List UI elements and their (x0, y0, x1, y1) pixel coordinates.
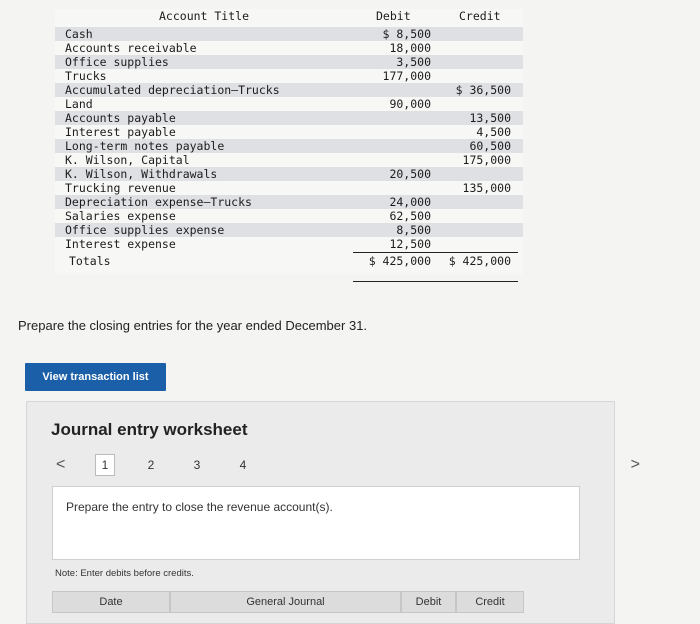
table-row: K. Wilson, Capital 175,000 (55, 153, 523, 167)
table-row: Salaries expense 62,500 (55, 209, 523, 223)
instruction-box: Prepare the entry to close the revenue a… (52, 486, 580, 560)
debit-cell: 8,500 (396, 223, 431, 237)
worksheet-title: Journal entry worksheet (51, 420, 248, 439)
totals-debit: $ 425,000 (368, 254, 431, 268)
table-row: Depreciation expense–Trucks 24,000 (55, 195, 523, 209)
trial-balance-table: Account Title Debit Credit Cash $ 8,500 Ac… (55, 9, 523, 282)
debit-header: Debit (376, 9, 411, 23)
account-cell: Depreciation expense–Trucks (65, 195, 252, 209)
account-cell: K. Wilson, Capital (65, 153, 190, 167)
debit-cell: 20,500 (389, 167, 431, 181)
debit-column-header: Debit (401, 591, 456, 613)
table-row: Cash $ 8,500 (55, 27, 523, 41)
debit-cell: 12,500 (389, 237, 431, 251)
account-cell: Land (65, 97, 93, 111)
table-row: Accumulated depreciation–Trucks $ 36,500 (55, 83, 523, 97)
totals-rule (353, 252, 518, 253)
table-row: Trucks 177,000 (55, 69, 523, 83)
credit-header: Credit (459, 9, 501, 23)
next-arrow-icon[interactable]: > (631, 456, 640, 474)
credit-cell: 4,500 (476, 125, 511, 139)
debit-cell: 90,000 (389, 97, 431, 111)
credit-cell: 60,500 (469, 139, 511, 153)
debit-cell: $ 8,500 (382, 27, 431, 41)
debit-cell: 62,500 (389, 209, 431, 223)
debit-cell: 3,500 (396, 55, 431, 69)
totals-credit: $ 425,000 (448, 254, 511, 268)
table-row: Interest expense 12,500 (55, 237, 523, 251)
table-row: Accounts receivable 18,000 (55, 41, 523, 55)
table-row: Office supplies 3,500 (55, 55, 523, 69)
prev-arrow-icon[interactable]: < (56, 456, 65, 474)
debit-credit-note: Note: Enter debits before credits. (55, 568, 194, 579)
date-column-header: Date (52, 591, 170, 613)
table-row: Long-term notes payable 60,500 (55, 139, 523, 153)
debit-cell: 177,000 (382, 69, 431, 83)
account-cell: Trucking revenue (65, 181, 176, 195)
totals-label: Totals (69, 254, 111, 268)
credit-cell: 135,000 (462, 181, 511, 195)
credit-column-header: Credit (456, 591, 524, 613)
page-1-tab[interactable]: 1 (95, 454, 115, 476)
table-row: Trucking revenue 135,000 (55, 181, 523, 195)
table-row: K. Wilson, Withdrawals 20,500 (55, 167, 523, 181)
table-row: Accounts payable 13,500 (55, 111, 523, 125)
credit-cell: 13,500 (469, 111, 511, 125)
page-4-tab[interactable]: 4 (233, 456, 253, 474)
table-row: Land 90,000 (55, 97, 523, 111)
table-row: Office supplies expense 8,500 (55, 223, 523, 237)
table-row: Interest payable 4,500 (55, 125, 523, 139)
account-cell: Salaries expense (65, 209, 176, 223)
account-cell: Office supplies (65, 55, 169, 69)
account-cell: K. Wilson, Withdrawals (65, 167, 218, 181)
view-transaction-list-button[interactable]: View transaction list (25, 363, 166, 391)
general-journal-column-header: General Journal (170, 591, 401, 613)
account-cell: Interest expense (65, 237, 176, 251)
credit-cell: 175,000 (462, 153, 511, 167)
account-cell: Interest payable (65, 125, 176, 139)
credit-cell: $ 36,500 (455, 83, 511, 97)
totals-row: Totals $ 425,000 $ 425,000 (55, 254, 523, 268)
account-title-header: Account Title (159, 9, 250, 23)
totals-double-rule (353, 281, 518, 282)
closing-entries-prompt: Prepare the closing entries for the year… (18, 318, 368, 333)
instruction-text: Prepare the entry to close the revenue a… (66, 500, 333, 514)
account-cell: Accounts receivable (65, 41, 197, 55)
account-cell: Office supplies expense (65, 223, 225, 237)
debit-cell: 18,000 (389, 41, 431, 55)
account-cell: Trucks (65, 69, 107, 83)
account-cell: Accumulated depreciation–Trucks (65, 83, 280, 97)
page-3-tab[interactable]: 3 (187, 456, 207, 474)
account-cell: Cash (65, 27, 93, 41)
account-cell: Accounts payable (65, 111, 176, 125)
page-2-tab[interactable]: 2 (141, 456, 161, 474)
account-cell: Long-term notes payable (65, 139, 225, 153)
journal-entry-worksheet: Journal entry worksheet < > 1 2 3 4 Prep… (26, 401, 640, 624)
debit-cell: 24,000 (389, 195, 431, 209)
